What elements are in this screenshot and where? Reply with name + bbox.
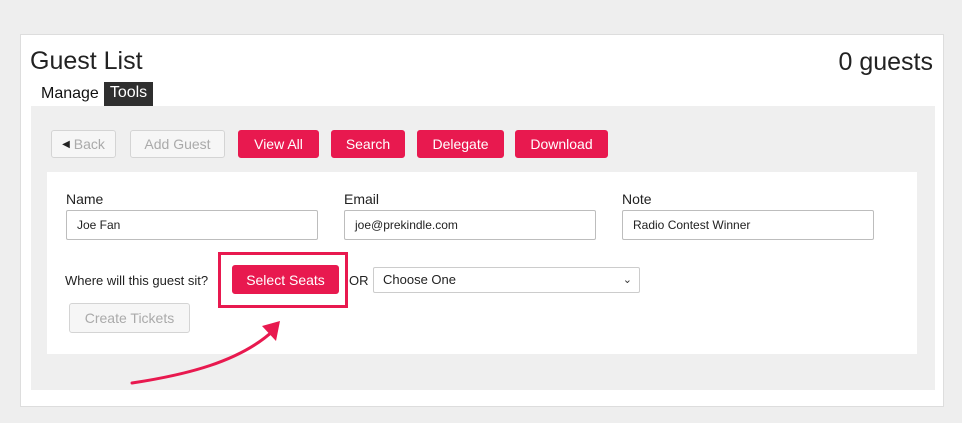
annotation-arrow-icon bbox=[130, 321, 280, 385]
